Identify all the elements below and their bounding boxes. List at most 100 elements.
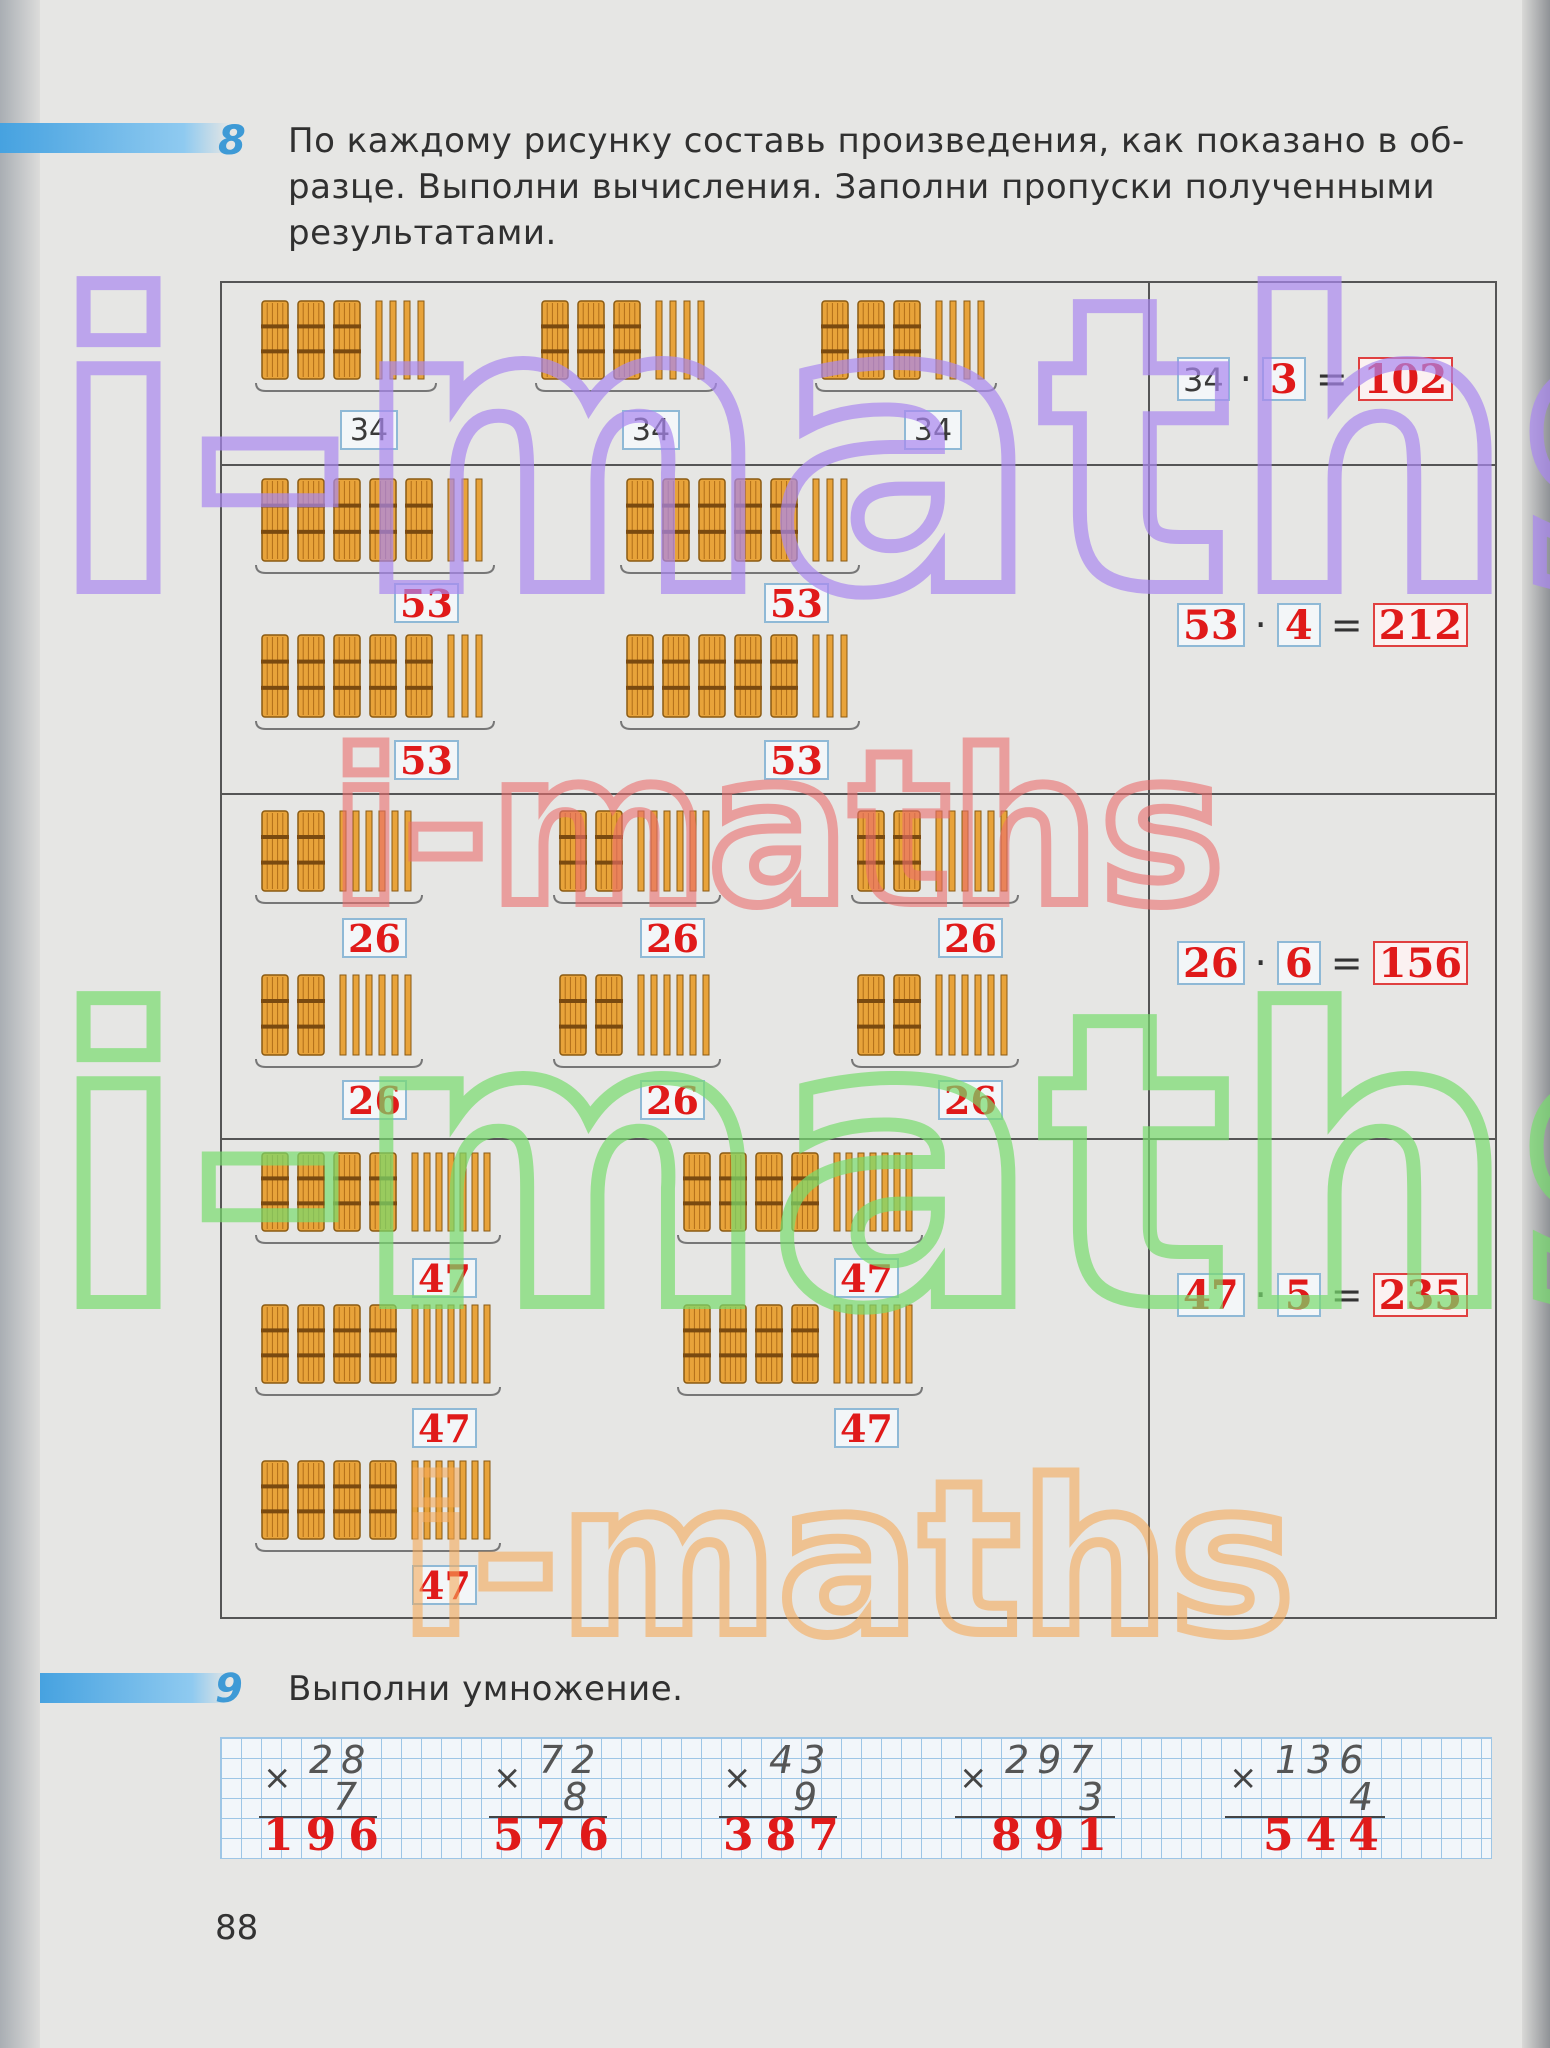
multiply-dot: · <box>1239 357 1252 401</box>
equals-sign: = <box>1330 603 1363 647</box>
ten-bundle <box>405 478 433 562</box>
single-stick <box>404 974 412 1056</box>
exercise-table: 34 34 34 53 53 53 53 26 26 26 26 26 26 4… <box>220 281 1497 1619</box>
single-stick <box>935 300 943 380</box>
ten-bundle <box>893 974 921 1056</box>
product-result[interactable]: 102 <box>1357 357 1454 401</box>
single-stick <box>857 1304 865 1384</box>
ten-bundle <box>261 1460 289 1540</box>
product-answer[interactable]: 891 <box>991 1810 1119 1861</box>
single-stick <box>826 478 834 562</box>
factor-a[interactable]: 53 <box>1177 603 1245 647</box>
single-stick <box>411 1304 419 1384</box>
single-stick <box>403 300 411 380</box>
ten-bundle <box>698 634 726 718</box>
single-stick <box>1000 974 1008 1056</box>
ten-bundle <box>595 974 623 1056</box>
single-stick <box>833 1304 841 1384</box>
single-stick <box>974 974 982 1056</box>
single-stick <box>893 1304 901 1384</box>
ten-bundle <box>791 1152 819 1232</box>
single-stick <box>935 974 943 1056</box>
ten-bundle <box>595 810 623 892</box>
single-stick <box>650 974 658 1056</box>
single-stick <box>935 810 943 892</box>
ten-bundle <box>261 974 289 1056</box>
row-3-label: 26 <box>342 1080 407 1120</box>
equals-sign: = <box>1330 1273 1363 1317</box>
ten-bundle <box>791 1304 819 1384</box>
ten-bundle <box>261 478 289 562</box>
row-2-label: 53 <box>764 583 829 623</box>
single-stick <box>812 634 820 718</box>
single-stick <box>826 634 834 718</box>
single-stick <box>352 810 360 892</box>
multiplication-grid: × 28 7 196 × 72 8 576 × 43 9 387 × 297 3… <box>220 1737 1492 1861</box>
ten-bundle <box>698 478 726 562</box>
single-stick <box>447 478 455 562</box>
single-stick <box>447 1152 455 1232</box>
product-result[interactable]: 156 <box>1372 941 1469 985</box>
single-stick <box>905 1304 913 1384</box>
single-stick <box>411 1152 419 1232</box>
factor-b[interactable]: 5 <box>1276 1273 1321 1317</box>
row-4-label: 47 <box>412 1258 477 1298</box>
row-3-label: 26 <box>640 918 705 958</box>
multiply-dot: · <box>1254 941 1267 985</box>
single-stick <box>655 300 663 380</box>
single-stick <box>683 300 691 380</box>
product-answer[interactable]: 576 <box>493 1810 621 1861</box>
ten-bundle <box>369 634 397 718</box>
row-4-label: 47 <box>412 1565 477 1605</box>
ten-bundle <box>559 810 587 892</box>
task-8-line-3: результатами. <box>288 213 557 253</box>
ten-bundle <box>893 300 921 380</box>
single-stick <box>987 810 995 892</box>
row-3-label: 26 <box>938 1080 1003 1120</box>
ten-bundle <box>333 478 361 562</box>
product-result[interactable]: 212 <box>1372 603 1469 647</box>
single-stick <box>949 300 957 380</box>
product-answer[interactable]: 544 <box>1263 1810 1391 1861</box>
task-8-band <box>0 123 230 153</box>
factor-a: 34 <box>1177 357 1230 401</box>
equals-sign: = <box>1330 941 1363 985</box>
ten-bundle <box>613 300 641 380</box>
single-stick <box>435 1460 443 1540</box>
single-stick <box>475 478 483 562</box>
single-stick <box>869 1152 877 1232</box>
single-stick <box>974 810 982 892</box>
times-sign: × <box>1229 1758 1258 1798</box>
ten-bundle <box>333 1460 361 1540</box>
factor-b[interactable]: 3 <box>1261 357 1306 401</box>
row-4-label: 47 <box>412 1408 477 1448</box>
ten-bundle <box>261 300 289 380</box>
single-stick <box>669 300 677 380</box>
single-stick <box>702 810 710 892</box>
product-answer[interactable]: 196 <box>263 1810 391 1861</box>
single-stick <box>812 478 820 562</box>
single-stick <box>461 478 469 562</box>
product-result[interactable]: 235 <box>1372 1273 1469 1317</box>
ten-bundle <box>857 810 885 892</box>
ten-bundle <box>261 1152 289 1232</box>
single-stick <box>963 300 971 380</box>
factor-a[interactable]: 26 <box>1177 941 1245 985</box>
single-stick <box>663 810 671 892</box>
page-edge <box>1522 0 1550 2048</box>
ten-bundle <box>683 1304 711 1384</box>
single-stick <box>423 1304 431 1384</box>
single-stick <box>689 810 697 892</box>
factor-b[interactable]: 4 <box>1276 603 1321 647</box>
factor-a[interactable]: 47 <box>1177 1273 1245 1317</box>
table-divider <box>1148 283 1150 1617</box>
factor-b[interactable]: 6 <box>1276 941 1321 985</box>
product-answer[interactable]: 387 <box>723 1810 851 1861</box>
task-8-text: По каждому рисунку составь произведения,… <box>288 118 1508 256</box>
row-3-label: 26 <box>342 918 407 958</box>
task-8-number: 8 <box>218 118 246 164</box>
page-number: 88 <box>215 1908 259 1948</box>
single-stick <box>404 810 412 892</box>
single-stick <box>417 300 425 380</box>
equation-row-1: 34 · 3 = 102 <box>1177 355 1454 403</box>
